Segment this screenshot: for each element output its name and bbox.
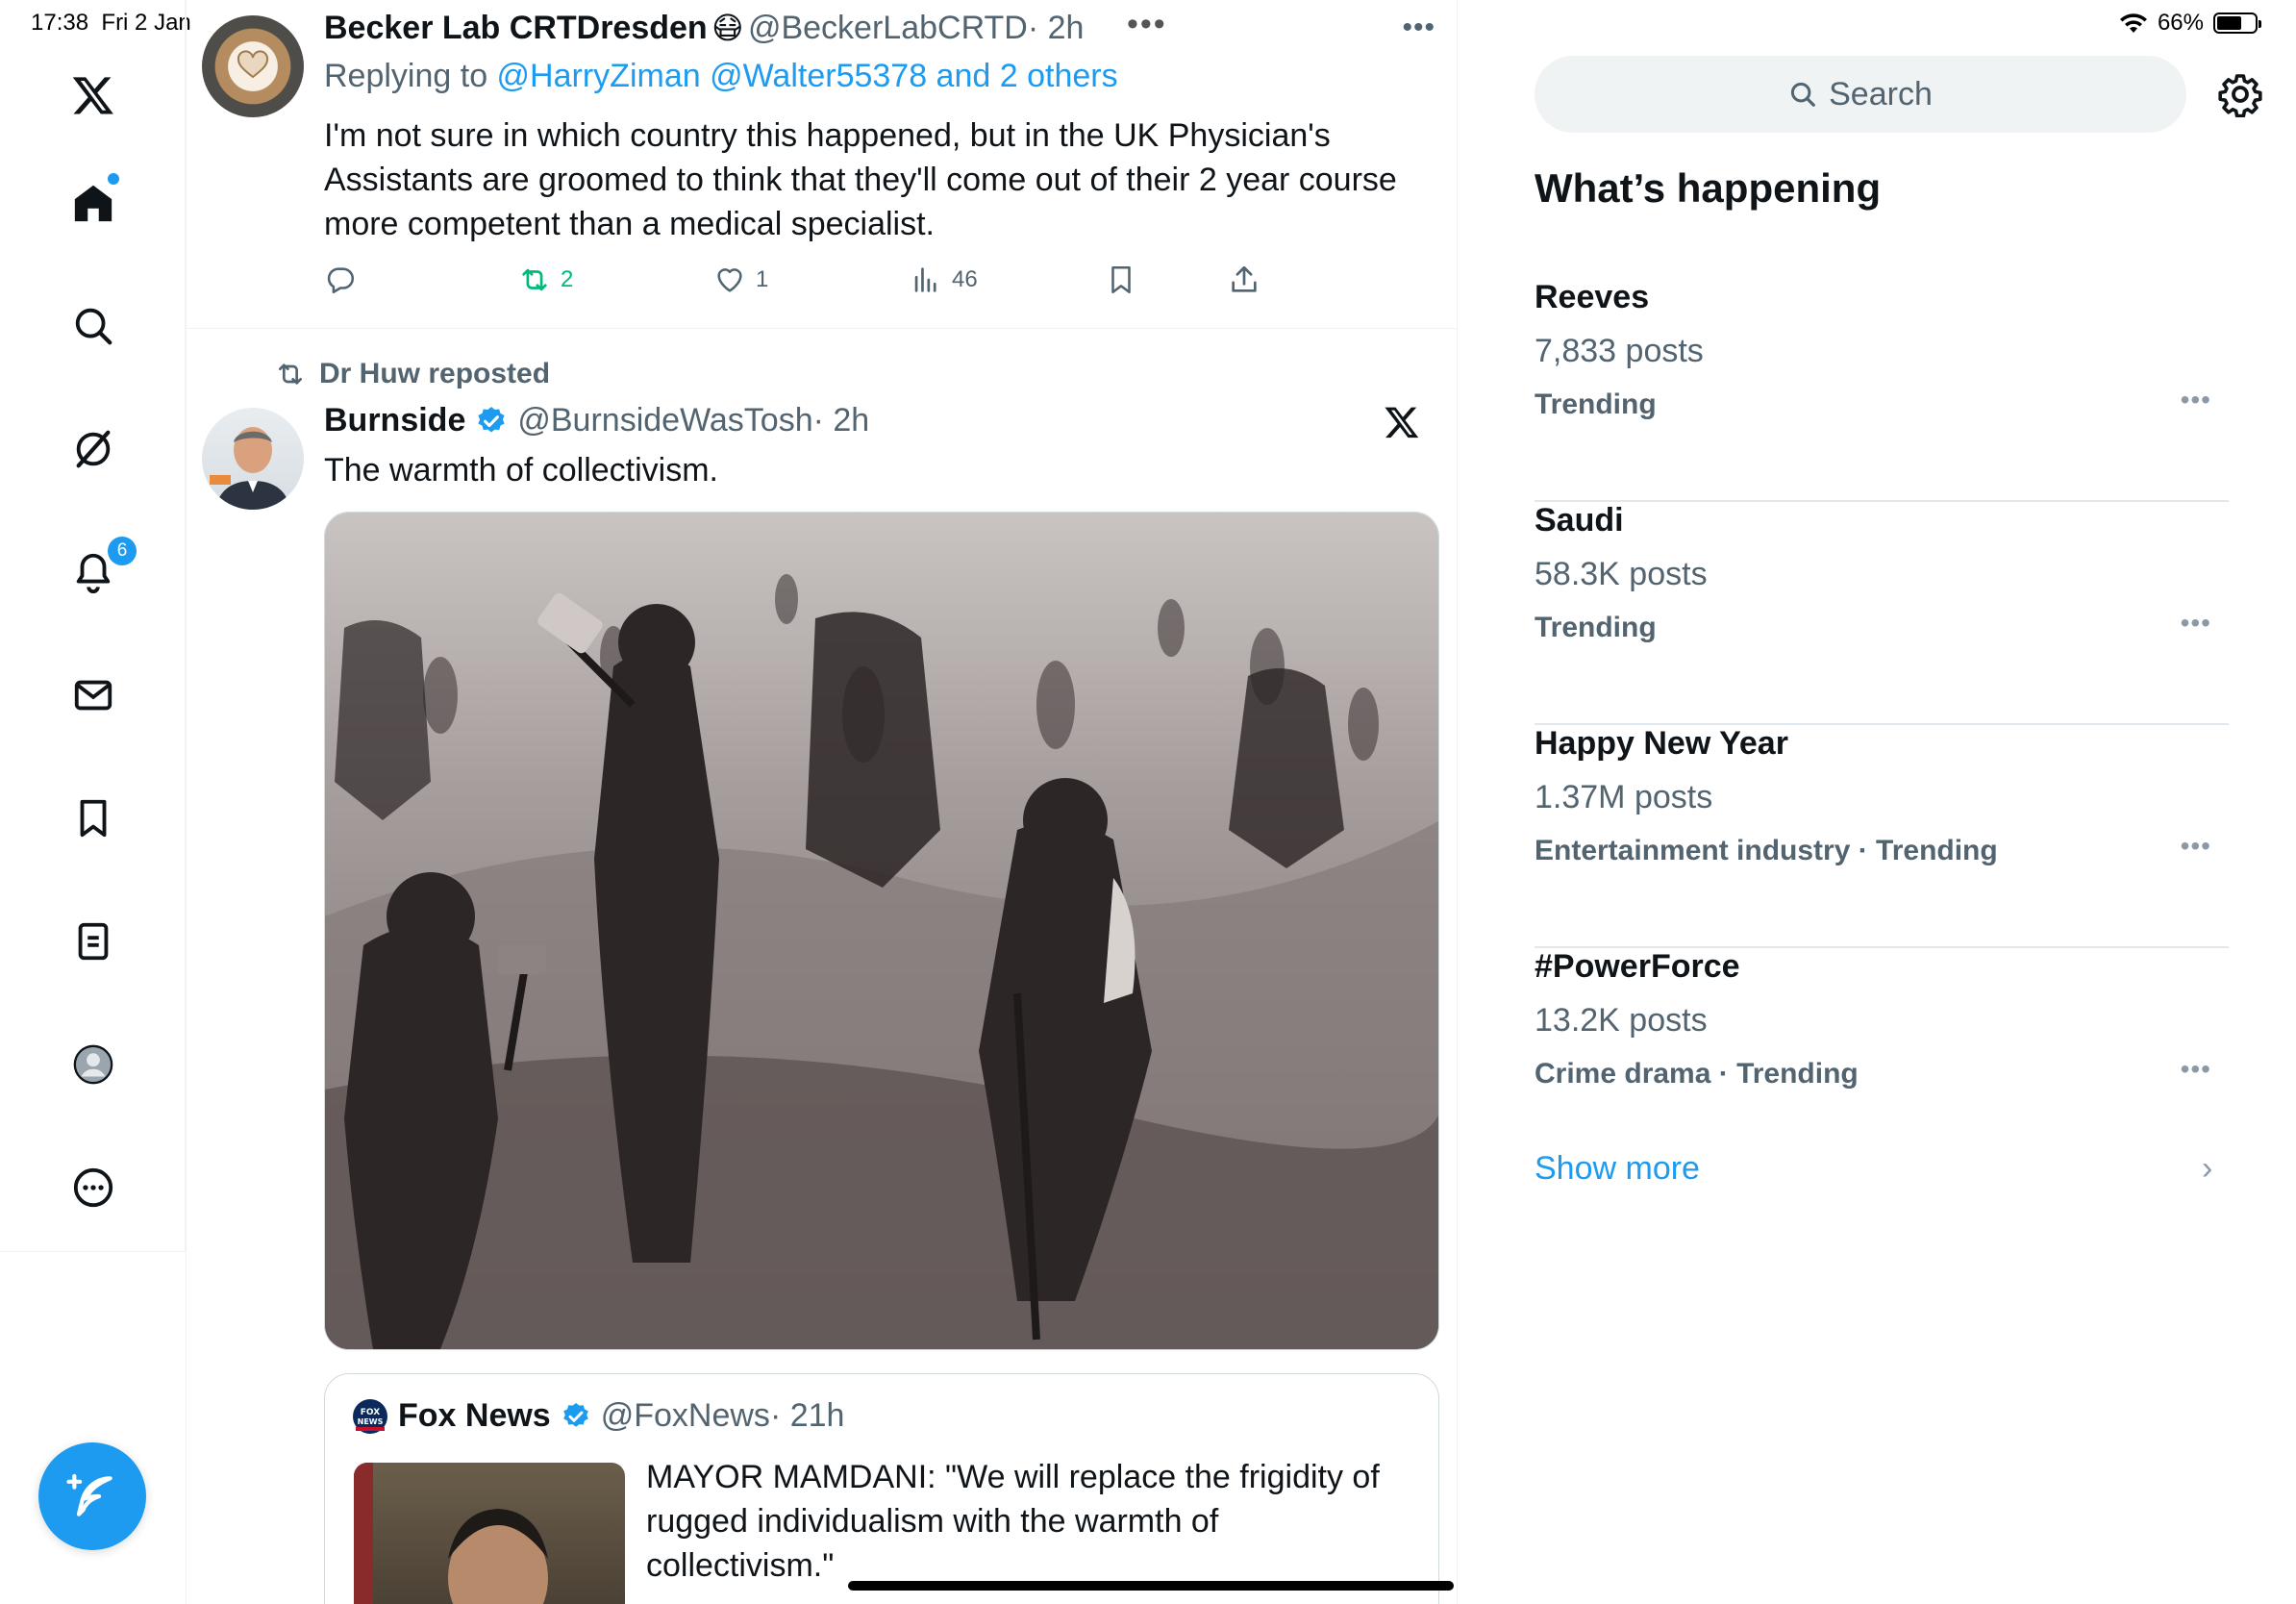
trend-category: Trending [1535, 388, 1657, 420]
like-count: 1 [756, 266, 769, 292]
trend-posts: 1.37M posts [1535, 779, 1713, 815]
lists-icon[interactable] [63, 912, 123, 971]
tweet-photo[interactable] [324, 512, 1439, 1350]
search-placeholder: Search [1829, 75, 1933, 113]
author-handle[interactable]: @BurnsideWasTosh [517, 402, 812, 439]
show-more-link[interactable]: Show more [1535, 1150, 1700, 1188]
trend-more-icon[interactable]: ••• [2181, 831, 2211, 862]
trend-more-icon[interactable]: ••• [2181, 1054, 2211, 1085]
view-count: 46 [952, 266, 978, 292]
wifi-icon [2119, 13, 2147, 33]
author-name[interactable]: Becker Lab CRTDresden [324, 10, 708, 46]
reply-tweet-header: Becker Lab CRTDresden 😷 @BeckerLabCRTD· … [324, 10, 1084, 47]
battery-percent: 66% [2157, 10, 2204, 36]
share-button[interactable] [1228, 263, 1260, 296]
retweet-count: 2 [561, 266, 574, 292]
repost-tweet-header: Burnside @BurnsideWasTosh· 2h [324, 402, 869, 439]
trend-name: Reeves [1535, 279, 1650, 315]
whats-happening-title: What’s happening [1535, 165, 1882, 211]
svg-text:FOX: FOX [361, 1408, 380, 1417]
x-source-icon[interactable] [1384, 404, 1420, 445]
share-icon [1232, 265, 1257, 292]
left-navigation: 6 [0, 0, 186, 1252]
trend-name: Happy New Year [1535, 725, 1788, 762]
compose-post-button[interactable] [38, 1442, 146, 1550]
retweet-button[interactable]: 2 [518, 263, 573, 296]
repost-tweet-text: The warmth of collectivism. [324, 452, 718, 489]
x-logo-icon[interactable] [63, 65, 123, 125]
trend-more-icon[interactable]: ••• [2181, 608, 2211, 639]
quoted-media-thumbnail [354, 1463, 625, 1604]
trend-more-icon[interactable]: ••• [2181, 385, 2211, 415]
trend-category: Entertainment industry · Trending [1535, 835, 1998, 866]
more-options-icon[interactable] [63, 1158, 123, 1217]
svg-text:NEWS: NEWS [358, 1417, 384, 1426]
tweet-divider [187, 328, 1457, 329]
trend-category: Crime drama · Trending [1535, 1058, 1859, 1090]
fox-news-logo-icon: FOXNEWS [353, 1398, 387, 1434]
chevron-right-icon: › [2202, 1150, 2213, 1187]
repost-context: Dr Huw reposted [275, 358, 550, 390]
search-icon[interactable] [63, 296, 123, 356]
author-name[interactable]: Burnside [324, 402, 465, 439]
notifications-badge: 6 [108, 537, 137, 565]
bookmark-button[interactable] [1105, 263, 1137, 296]
retweet-icon [522, 268, 547, 291]
views-chart-icon [914, 267, 936, 292]
reply-button[interactable] [324, 263, 357, 296]
trend-item[interactable]: Reeves 7,833 posts Trending ••• [1535, 279, 2229, 502]
search-input[interactable]: Search [1535, 56, 2186, 133]
bookmark-icon [1111, 265, 1131, 294]
repost-icon [279, 363, 302, 385]
trend-posts: 7,833 posts [1535, 333, 1704, 369]
trend-item[interactable]: #PowerForce 13.2K posts Crime drama · Tr… [1535, 948, 2229, 1171]
home-icon[interactable] [63, 173, 123, 233]
quoted-tweet-text: MAYOR MAMDANI: "We will replace the frig… [646, 1459, 1380, 1584]
replying-to-handles[interactable]: @HarryZiman @Walter55378 and 2 others [497, 58, 1118, 94]
replying-to: Replying to @HarryZiman @Walter55378 and… [324, 58, 1118, 95]
like-button[interactable]: 1 [713, 263, 768, 296]
quoted-tweet-time: · 21h [769, 1397, 845, 1434]
tweet-time: · 2h [812, 402, 870, 439]
verified-badge-icon [478, 406, 505, 432]
reply-tweet-text: I'm not sure in which country this happe… [324, 117, 1397, 242]
tweet-more-icon[interactable]: ••• [1402, 12, 1435, 44]
reply-icon [327, 267, 355, 294]
home-unread-dot [108, 173, 119, 185]
grok-icon[interactable] [63, 419, 123, 479]
trend-posts: 13.2K posts [1535, 1002, 1708, 1039]
replying-prefix: Replying to [324, 58, 497, 94]
messages-envelope-icon[interactable] [63, 665, 123, 725]
heart-icon [717, 268, 742, 292]
trend-name: #PowerForce [1535, 948, 1740, 985]
reposted-by[interactable]: Dr Huw reposted [319, 358, 550, 390]
views-button[interactable]: 46 [910, 263, 978, 296]
compose-feather-icon [66, 1473, 112, 1516]
verified-badge-icon [562, 1402, 588, 1427]
burnside-avatar[interactable] [202, 408, 304, 510]
quoted-tweet[interactable]: FOX NEWS Fox News @FoxNews· 21h MAYOR MAM… [324, 1373, 1439, 1604]
settings-gear-icon[interactable] [2217, 71, 2263, 118]
quoted-author-handle: @FoxNews [600, 1397, 770, 1434]
profile-avatar-icon[interactable] [63, 1035, 123, 1094]
trend-category: Trending [1535, 612, 1657, 643]
trend-name: Saudi [1535, 502, 1624, 539]
trend-item[interactable]: Happy New Year 1.37M posts Entertainment… [1535, 725, 2229, 948]
becker-lab-avatar[interactable] [202, 15, 304, 117]
trend-item[interactable]: Saudi 58.3K posts Trending ••• [1535, 502, 2229, 725]
bookmarks-icon[interactable] [63, 789, 123, 848]
tweet-time: · 2h [1027, 10, 1085, 46]
labor-camp-photo [325, 513, 1438, 1349]
quoted-tweet-header: FOX NEWS Fox News @FoxNews· 21h [352, 1397, 844, 1435]
trend-posts: 58.3K posts [1535, 556, 1708, 592]
notifications-bell-icon[interactable]: 6 [63, 537, 137, 602]
timeline: Becker Lab CRTDresden 😷 @BeckerLabCRTD· … [187, 0, 1458, 1604]
search-icon [1791, 82, 1815, 107]
home-indicator [848, 1581, 1454, 1591]
status-right: 66% [2119, 10, 2261, 37]
author-handle[interactable]: @BeckerLabCRTD [748, 10, 1028, 46]
quoted-author-name: Fox News [398, 1397, 551, 1434]
battery-icon [2213, 13, 2261, 34]
author-emoji: 😷 [711, 11, 744, 45]
